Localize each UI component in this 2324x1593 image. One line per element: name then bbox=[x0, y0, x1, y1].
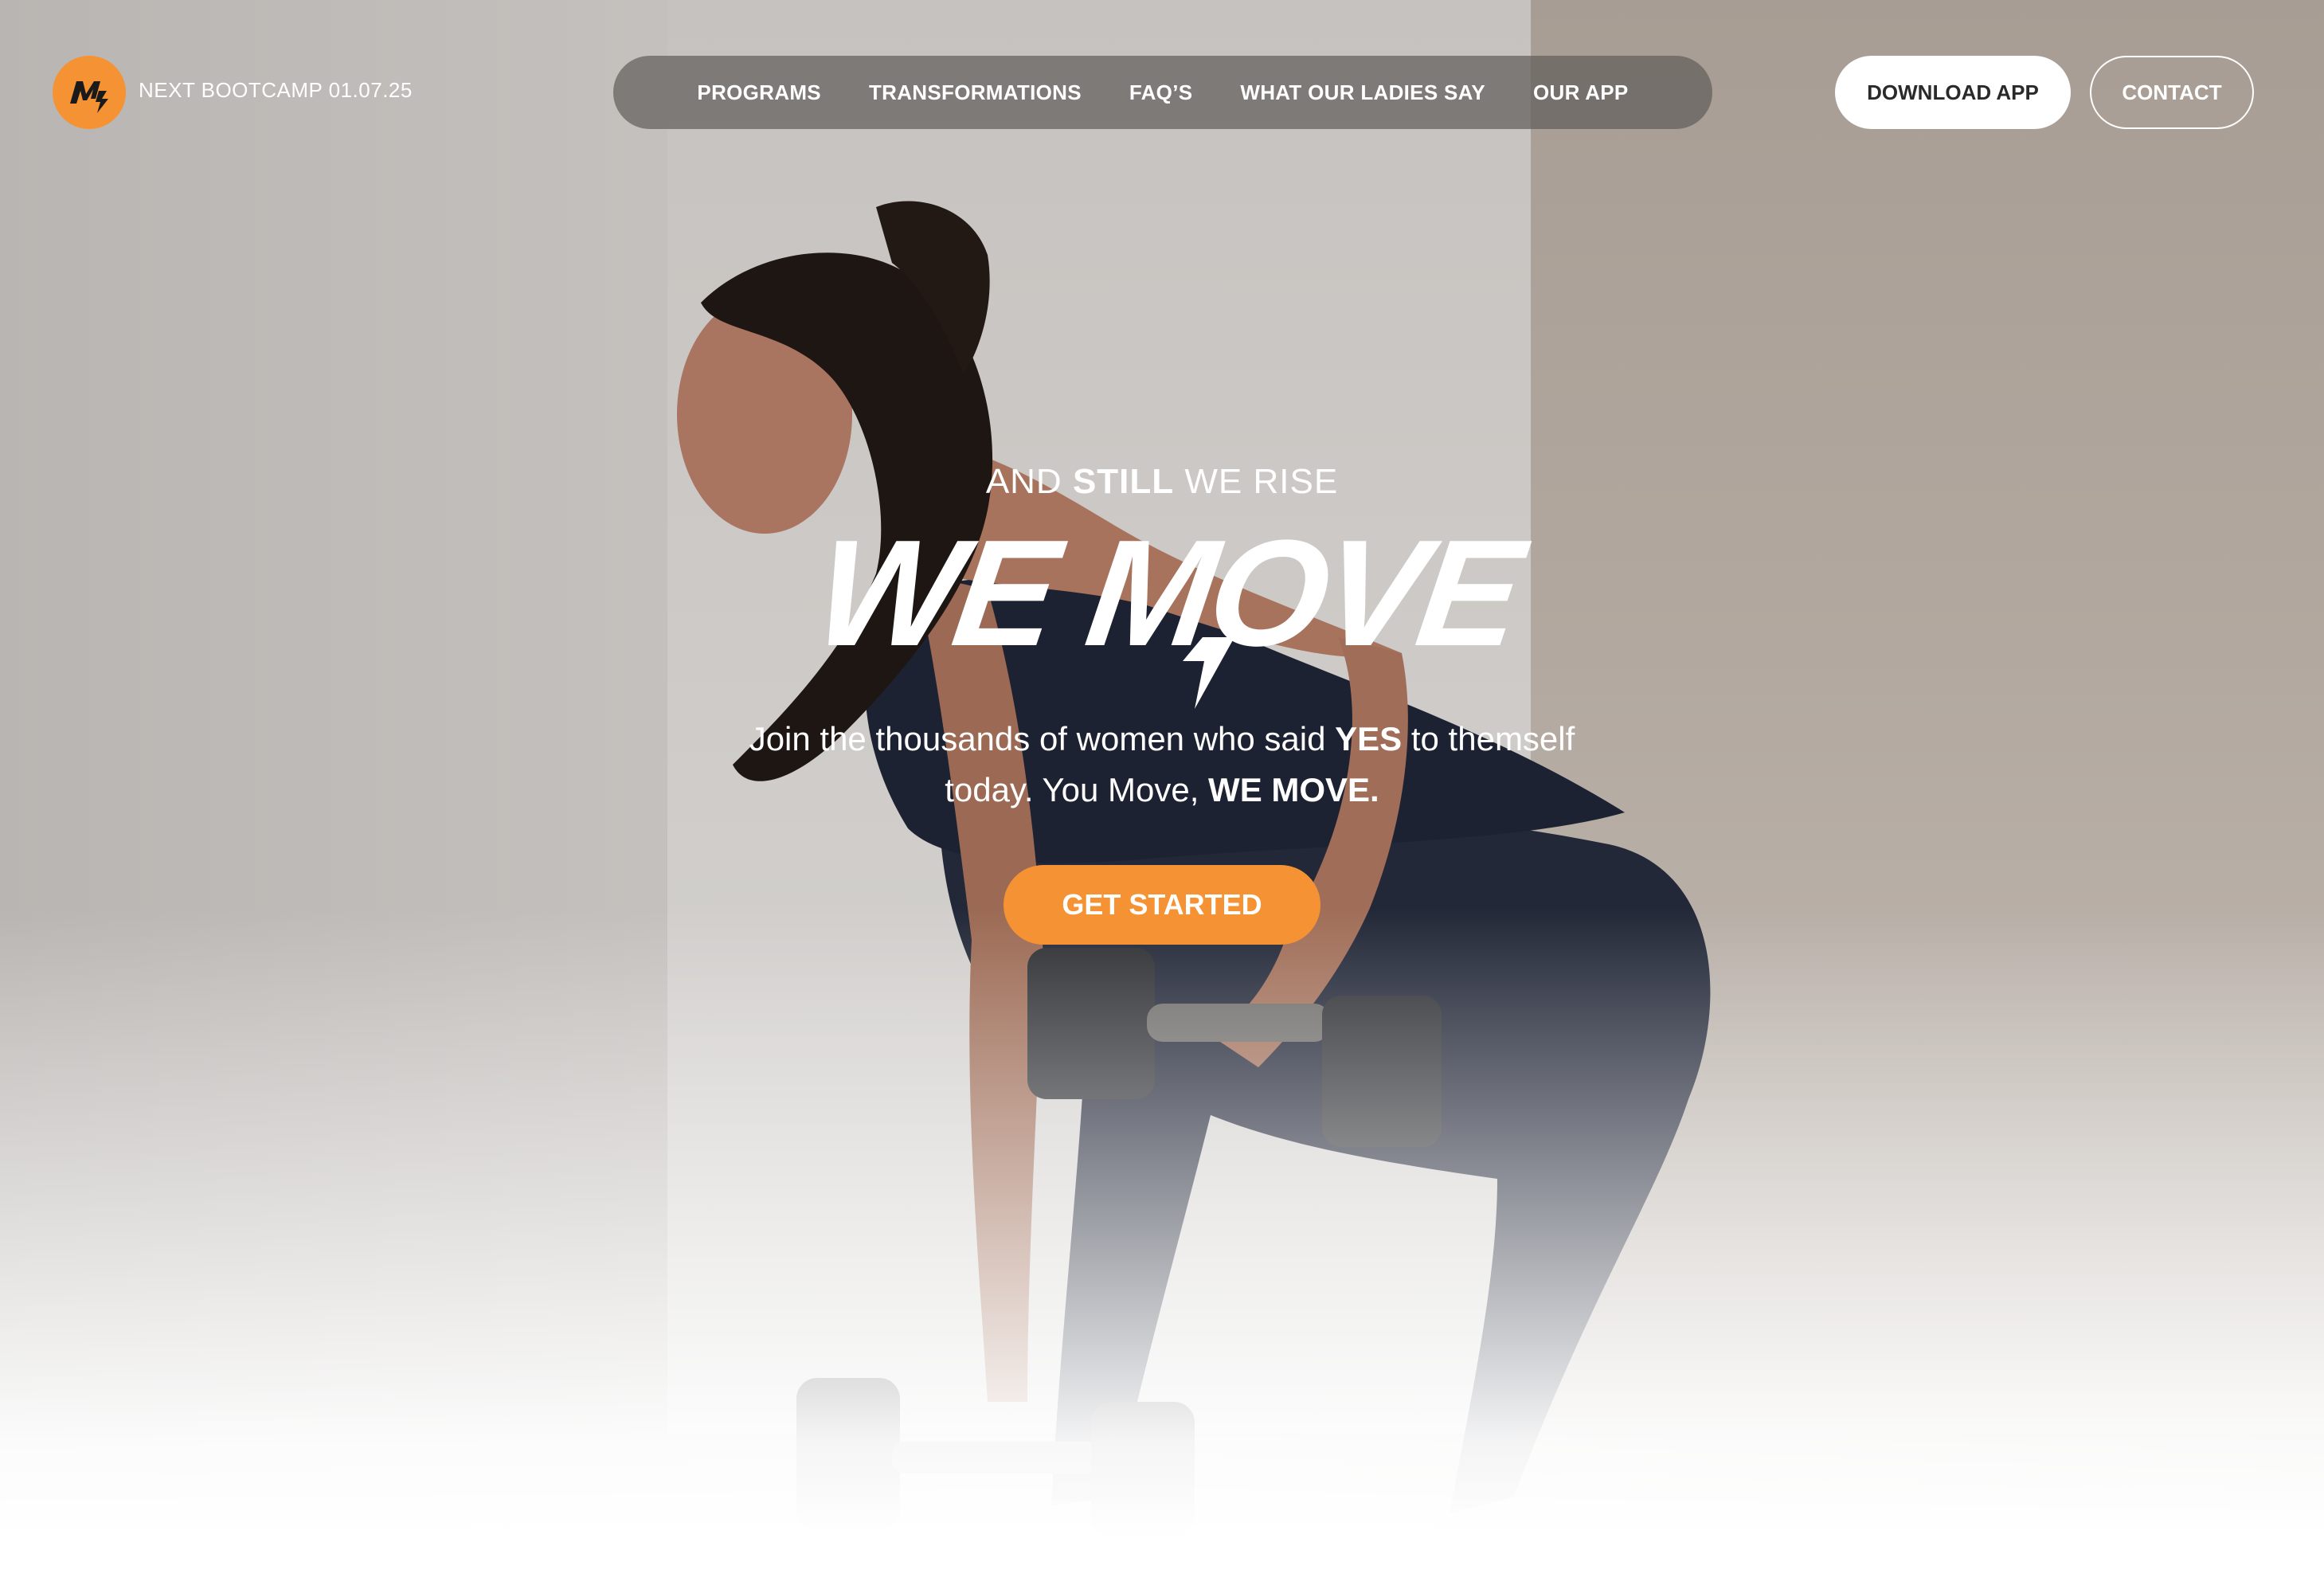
main-nav: PROGRAMS TRANSFORMATIONS FAQ’S WHAT OUR … bbox=[613, 56, 1712, 129]
bolt-m-logo-icon bbox=[70, 81, 108, 113]
headline-text: WE MOVE bbox=[806, 510, 1537, 678]
nav-item-transformations[interactable]: TRANSFORMATIONS bbox=[845, 80, 1105, 105]
subtext-part-1: Join the thousands of women who said bbox=[749, 720, 1336, 757]
download-app-button[interactable]: DOWNLOAD APP bbox=[1835, 56, 2071, 129]
headline-svg: WE MOVE bbox=[806, 509, 1537, 709]
bottom-fade-overlay bbox=[0, 908, 2324, 1593]
subtext-yes: YES bbox=[1335, 720, 1403, 757]
nav-item-our-app[interactable]: OUR APP bbox=[1509, 80, 1653, 105]
brand-logo[interactable] bbox=[53, 56, 126, 129]
contact-button[interactable]: CONTACT bbox=[2090, 56, 2254, 129]
get-started-button[interactable]: GET STARTED bbox=[1004, 865, 1320, 945]
subtext-we-move: WE MOVE. bbox=[1208, 771, 1379, 808]
nav-item-testimonials[interactable]: WHAT OUR LADIES SAY bbox=[1216, 80, 1509, 105]
nav-item-programs[interactable]: PROGRAMS bbox=[673, 80, 845, 105]
tagline-post: WE RISE bbox=[1174, 462, 1339, 501]
hero-tagline: AND STILL WE RISE bbox=[0, 462, 2324, 502]
nav-item-faqs[interactable]: FAQ’S bbox=[1105, 80, 1217, 105]
hero-headline: WE MOVE bbox=[717, 509, 1609, 717]
tagline-bold: STILL bbox=[1072, 462, 1175, 501]
next-bootcamp-label[interactable]: NEXT BOOTCAMP 01.07.25 bbox=[139, 78, 413, 103]
hero-subtext: Join the thousands of women who said YES… bbox=[724, 714, 1600, 816]
tagline-pre: AND bbox=[985, 462, 1073, 501]
